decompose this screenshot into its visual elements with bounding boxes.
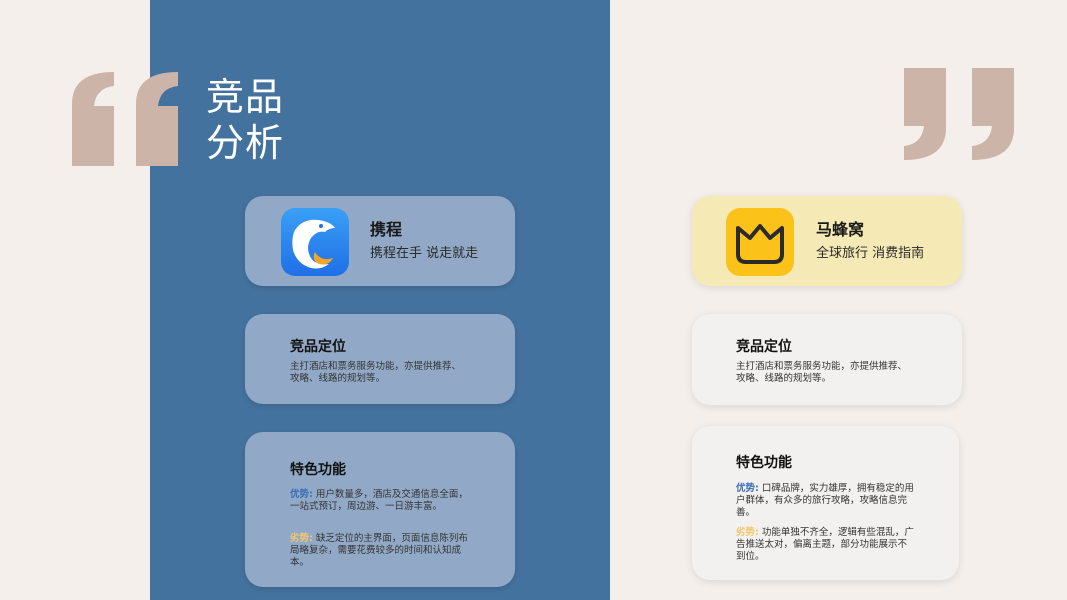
mafengwo-disadvantage-label: 劣势: bbox=[736, 527, 759, 538]
ctrip-positioning-title: 竞品定位 bbox=[290, 339, 346, 355]
ctrip-app-slogan: 携程在手 说走就走 bbox=[370, 246, 479, 261]
ctrip-advantage-label: 优势: bbox=[290, 489, 313, 500]
mafengwo-positioning-title: 竞品定位 bbox=[736, 339, 792, 355]
ctrip-features-title: 特色功能 bbox=[290, 462, 346, 478]
mafengwo-disadvantage: 劣势: 功能单独不齐全，逻辑有些混乱，广告推送太对，偏离主题，部分功能展示不到位… bbox=[736, 527, 916, 563]
mafengwo-app-slogan: 全球旅行 消费指南 bbox=[816, 246, 925, 261]
mafengwo-advantage: 优势: 口碑品牌，实力雄厚，拥有稳定的用户群体，有众多的旅行攻略，攻略信息完善。 bbox=[736, 483, 916, 519]
page-title-line1: 竞品 bbox=[206, 75, 285, 119]
mafengwo-app-card: 马蜂窝 全球旅行 消费指南 bbox=[692, 196, 962, 286]
mafengwo-advantage-text: 口碑品牌，实力雄厚，拥有稳定的用户群体，有众多的旅行攻略，攻略信息完善。 bbox=[736, 483, 914, 518]
crown-face-icon bbox=[726, 208, 794, 276]
dolphin-icon bbox=[281, 208, 349, 276]
mafengwo-features-title: 特色功能 bbox=[736, 455, 792, 471]
close-quote-mark bbox=[904, 68, 1014, 160]
mafengwo-app-name: 马蜂窝 bbox=[816, 220, 865, 239]
mafengwo-positioning-text: 主打酒店和票务服务功能，亦提供推荐、攻略、线路的规划等。 bbox=[736, 361, 908, 384]
mafengwo-disadvantage-text: 功能单独不齐全，逻辑有些混乱，广告推送太对，偏离主题，部分功能展示不到位。 bbox=[736, 527, 914, 562]
mafengwo-advantage-label: 优势: bbox=[736, 483, 759, 494]
mafengwo-features-card: 特色功能 优势: 口碑品牌，实力雄厚，拥有稳定的用户群体，有众多的旅行攻略，攻略… bbox=[692, 426, 959, 580]
ctrip-app-name: 携程 bbox=[370, 220, 403, 239]
ctrip-disadvantage: 劣势: 缺乏定位的主界面，页面信息陈列布局略复杂，需要花费较多的时间和认知成本。 bbox=[290, 533, 470, 569]
open-quote-mark bbox=[72, 72, 178, 166]
page-title-line2: 分析 bbox=[206, 121, 285, 165]
ctrip-advantage: 优势: 用户数量多，酒店及交通信息全面，一站式预订，周边游、一日游丰富。 bbox=[290, 489, 470, 513]
ctrip-app-card: 携程 携程在手 说走就走 bbox=[245, 196, 515, 286]
ctrip-disadvantage-label: 劣势: bbox=[290, 533, 313, 544]
ctrip-features-card: 特色功能 优势: 用户数量多，酒店及交通信息全面，一站式预订，周边游、一日游丰富… bbox=[245, 432, 515, 587]
ctrip-positioning-text: 主打酒店和票务服务功能，亦提供推荐、攻略、线路的规划等。 bbox=[290, 361, 462, 384]
ctrip-disadvantage-text: 缺乏定位的主界面，页面信息陈列布局略复杂，需要花费较多的时间和认知成本。 bbox=[290, 533, 468, 568]
ctrip-positioning-card: 竞品定位 主打酒店和票务服务功能，亦提供推荐、攻略、线路的规划等。 bbox=[245, 314, 515, 404]
ctrip-advantage-text: 用户数量多，酒店及交通信息全面，一站式预订，周边游、一日游丰富。 bbox=[290, 489, 468, 512]
page-title: 竞品 分析 bbox=[206, 74, 284, 166]
mafengwo-positioning-card: 竞品定位 主打酒店和票务服务功能，亦提供推荐、攻略、线路的规划等。 bbox=[692, 314, 962, 405]
